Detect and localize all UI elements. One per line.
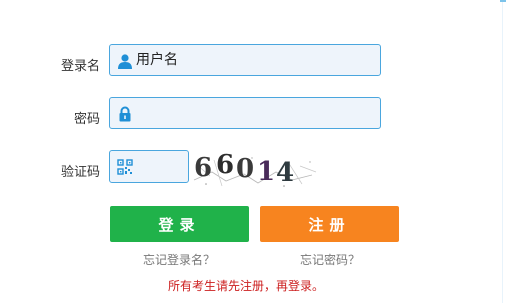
right-edge-divider (502, 0, 506, 303)
username-label: 登录名 (60, 59, 100, 74)
captcha-field[interactable] (109, 150, 189, 183)
login-button[interactable]: 登录 (110, 206, 249, 242)
forgot-password-link[interactable]: 忘记密码？ (300, 251, 360, 268)
captcha-label: 验证码 (60, 165, 100, 180)
register-button[interactable]: 注册 (260, 206, 399, 242)
captcha-char: 6 (216, 150, 234, 180)
username-field[interactable] (109, 44, 381, 76)
password-input[interactable] (136, 98, 376, 128)
captcha-char: 6 (194, 153, 212, 183)
password-field[interactable] (109, 97, 381, 129)
password-label: 密码 (73, 112, 100, 127)
captcha-char: 1 (257, 157, 275, 187)
captcha-input[interactable] (136, 151, 184, 182)
captcha-char: 0 (236, 154, 254, 184)
captcha-glyphs: 6 6 0 1 4 (194, 150, 294, 188)
user-icon (118, 54, 132, 69)
qr-code-icon (117, 159, 133, 175)
forgot-username-link[interactable]: 忘记登录名？ (143, 251, 215, 268)
username-input[interactable] (136, 45, 376, 75)
edge-accent (500, 0, 506, 2)
captcha-image[interactable]: 6 6 0 1 4 (192, 150, 320, 190)
captcha-char: 4 (276, 158, 294, 188)
lock-icon (119, 106, 131, 122)
registration-notice: 所有考生请先注册，再登录。 (168, 279, 325, 293)
